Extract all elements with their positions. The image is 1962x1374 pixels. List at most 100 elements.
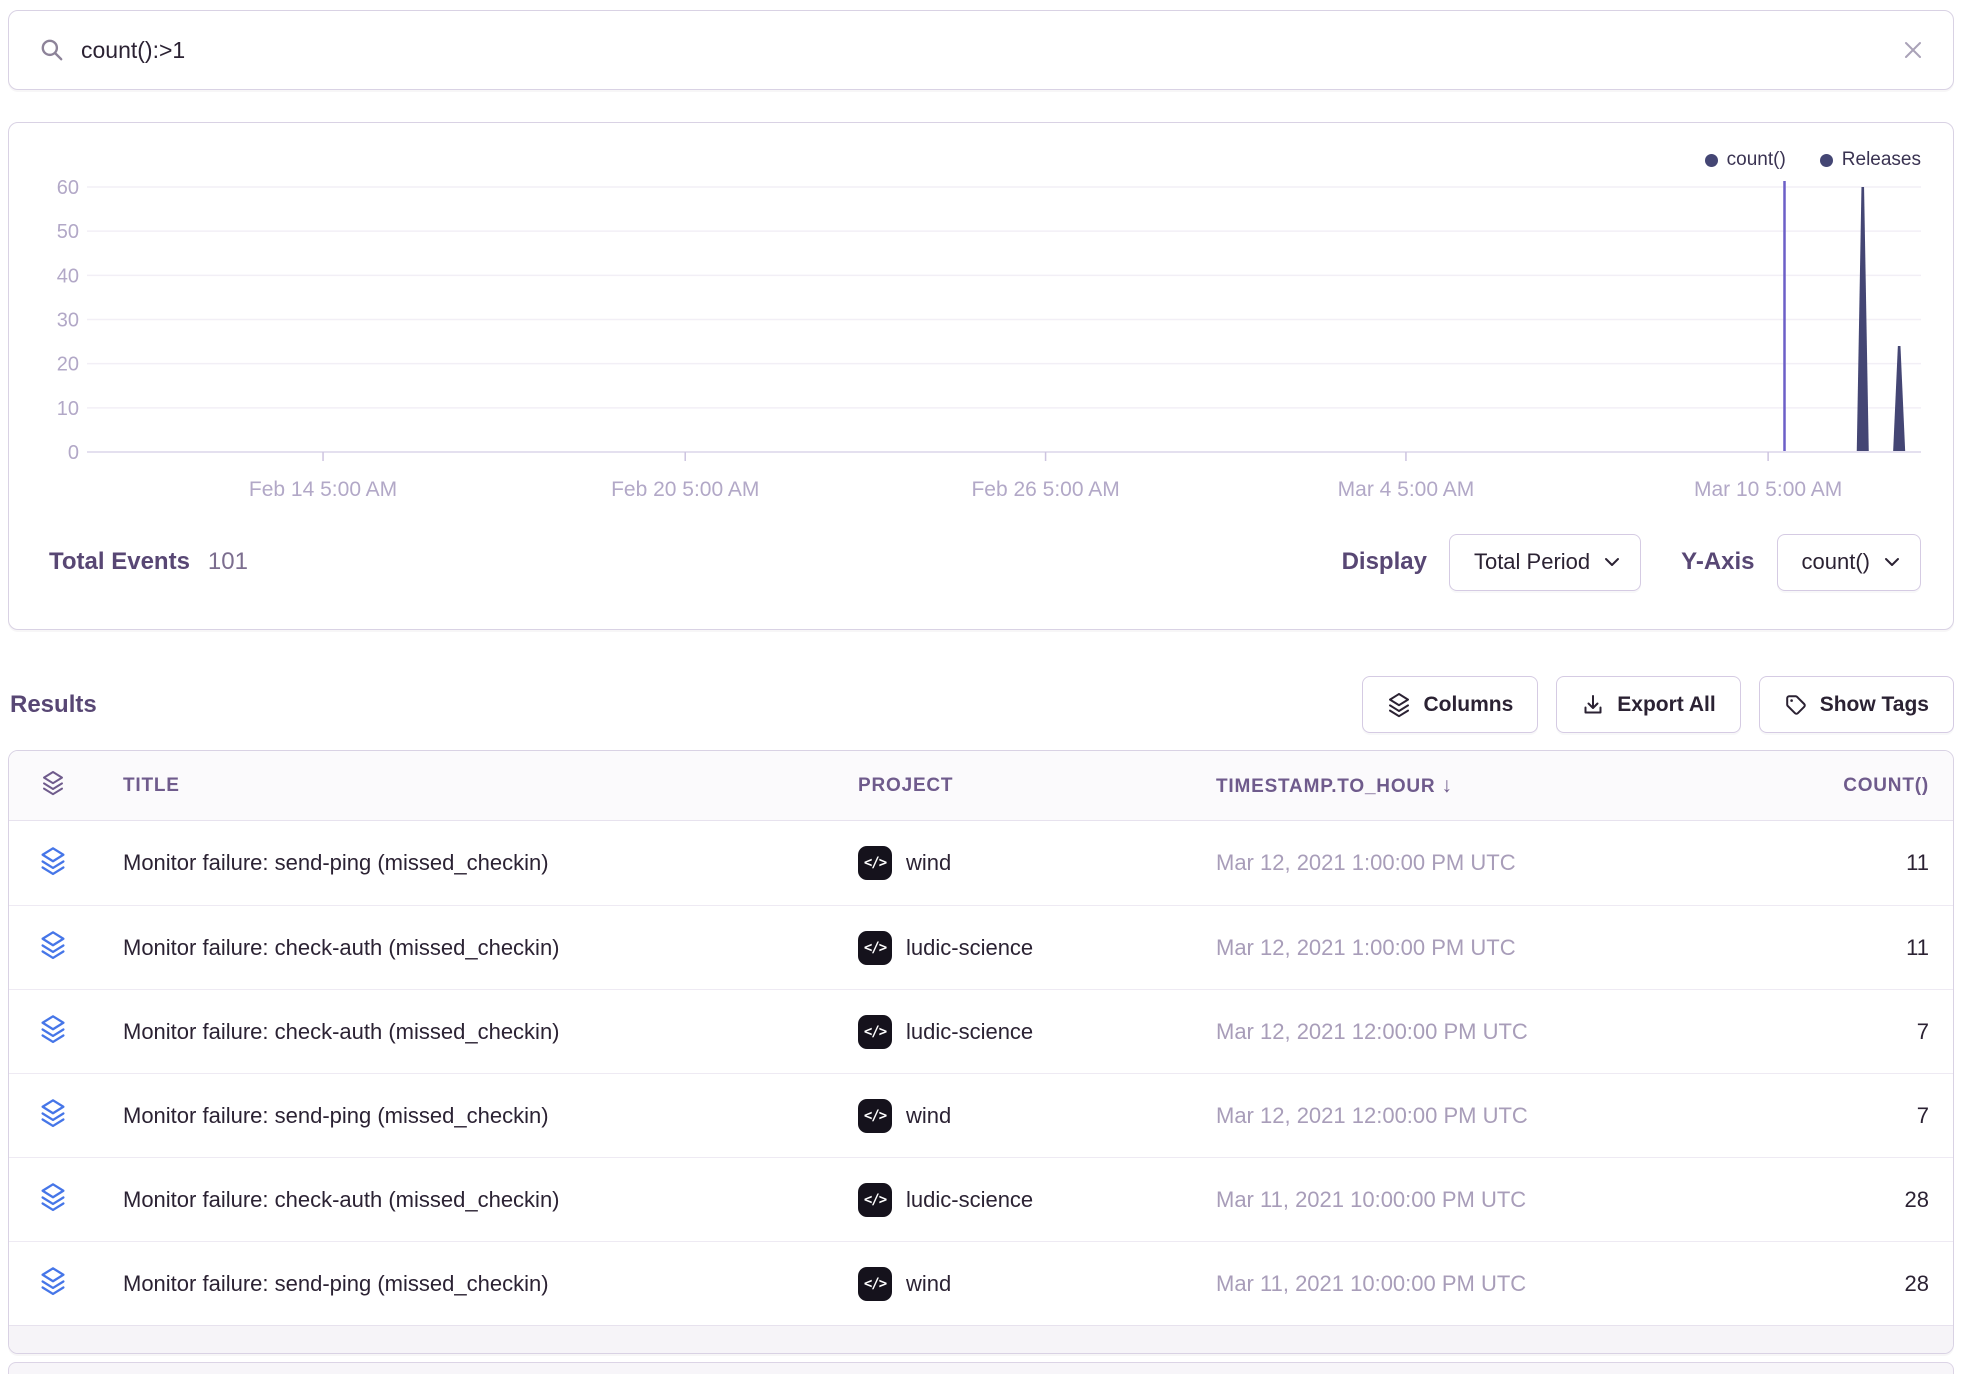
count-cell: 7 bbox=[1779, 1019, 1929, 1045]
event-title-link[interactable]: Monitor failure: check-auth (missed_chec… bbox=[123, 1187, 858, 1213]
display-label: Display bbox=[1342, 548, 1427, 576]
timestamp-cell: Mar 11, 2021 10:00:00 PM UTC bbox=[1216, 1271, 1779, 1297]
table-body: Monitor failure: send-ping (missed_check… bbox=[9, 821, 1953, 1325]
table-row[interactable]: Monitor failure: check-auth (missed_chec… bbox=[9, 1157, 1953, 1241]
event-title-link[interactable]: Monitor failure: send-ping (missed_check… bbox=[123, 1271, 858, 1297]
legend-label: count() bbox=[1727, 149, 1786, 171]
layers-icon[interactable] bbox=[41, 770, 123, 801]
table-footer bbox=[9, 1325, 1953, 1353]
svg-text:10: 10 bbox=[57, 398, 79, 420]
sort-desc-icon: ↓ bbox=[1441, 774, 1452, 797]
layers-icon bbox=[39, 846, 123, 881]
timestamp-cell: Mar 12, 2021 1:00:00 PM UTC bbox=[1216, 850, 1779, 876]
table-header: TITLE PROJECT TIMESTAMP.TO_HOUR ↓ COUNT() bbox=[9, 751, 1953, 821]
timestamp-cell: Mar 12, 2021 1:00:00 PM UTC bbox=[1216, 935, 1779, 961]
columns-button[interactable]: Columns bbox=[1362, 676, 1538, 733]
timestamp-cell: Mar 11, 2021 10:00:00 PM UTC bbox=[1216, 1187, 1779, 1213]
results-heading: Results bbox=[10, 691, 97, 719]
project-cell: </> ludic-science bbox=[858, 1183, 1216, 1217]
svg-text:30: 30 bbox=[57, 310, 79, 332]
timestamp-cell: Mar 12, 2021 12:00:00 PM UTC bbox=[1216, 1103, 1779, 1129]
columns-button-label: Columns bbox=[1423, 693, 1513, 717]
display-dropdown[interactable]: Total Period bbox=[1449, 534, 1641, 591]
table-row[interactable]: Monitor failure: check-auth (missed_chec… bbox=[9, 989, 1953, 1073]
svg-text:Feb 26 5:00 AM: Feb 26 5:00 AM bbox=[971, 478, 1119, 501]
legend-item[interactable]: count() bbox=[1705, 149, 1786, 171]
chevron-down-icon bbox=[1604, 557, 1620, 567]
chart-legend: count() Releases bbox=[1705, 149, 1921, 171]
legend-dot bbox=[1705, 154, 1718, 167]
project-cell: </> ludic-science bbox=[858, 1015, 1216, 1049]
table-row[interactable]: Monitor failure: send-ping (missed_check… bbox=[9, 1241, 1953, 1325]
export-all-button[interactable]: Export All bbox=[1556, 676, 1740, 733]
count-cell: 7 bbox=[1779, 1103, 1929, 1129]
svg-text:Feb 20 5:00 AM: Feb 20 5:00 AM bbox=[611, 478, 759, 501]
events-chart: 0102030405060Feb 14 5:00 AMFeb 20 5:00 A… bbox=[9, 123, 1955, 505]
code-icon: </> bbox=[858, 846, 892, 880]
total-events-value: 101 bbox=[208, 548, 248, 576]
count-cell: 11 bbox=[1779, 935, 1929, 961]
close-icon[interactable] bbox=[1901, 38, 1925, 62]
svg-text:Mar 10 5:00 AM: Mar 10 5:00 AM bbox=[1694, 478, 1842, 501]
yaxis-dropdown-value: count() bbox=[1802, 549, 1870, 575]
layers-icon bbox=[39, 1014, 123, 1049]
event-title-link[interactable]: Monitor failure: send-ping (missed_check… bbox=[123, 1103, 858, 1129]
project-name: ludic-science bbox=[906, 1187, 1033, 1213]
column-header-project[interactable]: PROJECT bbox=[858, 775, 1216, 797]
tag-icon bbox=[1784, 693, 1808, 717]
column-header-title[interactable]: TITLE bbox=[123, 775, 858, 797]
total-events-label: Total Events bbox=[49, 548, 190, 576]
project-name: wind bbox=[906, 1271, 951, 1297]
code-icon: </> bbox=[858, 1267, 892, 1301]
layers-icon bbox=[39, 930, 123, 965]
project-cell: </> wind bbox=[858, 846, 1216, 880]
project-name: wind bbox=[906, 1103, 951, 1129]
layers-icon bbox=[1387, 692, 1411, 718]
column-header-timestamp-label: TIMESTAMP.TO_HOUR bbox=[1216, 776, 1435, 797]
svg-text:20: 20 bbox=[57, 354, 79, 376]
results-actions: Columns Export All Show Tags bbox=[1362, 676, 1954, 733]
count-cell: 28 bbox=[1779, 1187, 1929, 1213]
discover-page: count()Releases 0102030405060Feb 14 5:00… bbox=[0, 0, 1962, 1374]
download-icon bbox=[1581, 693, 1605, 717]
legend-item[interactable]: Releases bbox=[1820, 149, 1921, 171]
show-tags-button-label: Show Tags bbox=[1820, 693, 1929, 717]
svg-text:60: 60 bbox=[57, 177, 79, 199]
code-icon: </> bbox=[858, 1015, 892, 1049]
count-cell: 11 bbox=[1779, 850, 1929, 876]
layers-icon bbox=[39, 1098, 123, 1133]
timestamp-cell: Mar 12, 2021 12:00:00 PM UTC bbox=[1216, 1019, 1779, 1045]
layers-icon bbox=[39, 1266, 123, 1301]
event-title-link[interactable]: Monitor failure: check-auth (missed_chec… bbox=[123, 1019, 858, 1045]
show-tags-button[interactable]: Show Tags bbox=[1759, 676, 1954, 733]
column-header-count[interactable]: COUNT() bbox=[1779, 775, 1929, 797]
project-name: ludic-science bbox=[906, 935, 1033, 961]
column-header-timestamp[interactable]: TIMESTAMP.TO_HOUR ↓ bbox=[1216, 774, 1779, 798]
search-input[interactable] bbox=[81, 37, 1885, 64]
count-cell: 28 bbox=[1779, 1271, 1929, 1297]
legend-label: Releases bbox=[1842, 149, 1921, 171]
yaxis-label: Y-Axis bbox=[1681, 548, 1754, 576]
svg-text:Mar 4 5:00 AM: Mar 4 5:00 AM bbox=[1338, 478, 1475, 501]
project-cell: </> wind bbox=[858, 1267, 1216, 1301]
event-title-link[interactable]: Monitor failure: send-ping (missed_check… bbox=[123, 850, 858, 876]
table-row[interactable]: Monitor failure: send-ping (missed_check… bbox=[9, 1073, 1953, 1157]
table-row[interactable]: Monitor failure: check-auth (missed_chec… bbox=[9, 905, 1953, 989]
search-bar bbox=[8, 10, 1954, 90]
chart-footer: Total Events 101 Display Total Period Y-… bbox=[9, 505, 1953, 623]
project-name: ludic-science bbox=[906, 1019, 1033, 1045]
legend-dot bbox=[1820, 154, 1833, 167]
table-row[interactable]: Monitor failure: send-ping (missed_check… bbox=[9, 821, 1953, 905]
project-cell: </> ludic-science bbox=[858, 931, 1216, 965]
code-icon: </> bbox=[858, 931, 892, 965]
export-all-button-label: Export All bbox=[1617, 693, 1715, 717]
event-title-link[interactable]: Monitor failure: check-auth (missed_chec… bbox=[123, 935, 858, 961]
svg-text:Feb 14 5:00 AM: Feb 14 5:00 AM bbox=[249, 478, 397, 501]
svg-text:0: 0 bbox=[68, 442, 79, 464]
yaxis-dropdown[interactable]: count() bbox=[1777, 534, 1921, 591]
code-icon: </> bbox=[858, 1183, 892, 1217]
project-name: wind bbox=[906, 850, 951, 876]
search-icon bbox=[39, 37, 65, 63]
results-header-row: Results Columns Export All Show Tags bbox=[8, 676, 1954, 733]
display-dropdown-value: Total Period bbox=[1474, 549, 1590, 575]
